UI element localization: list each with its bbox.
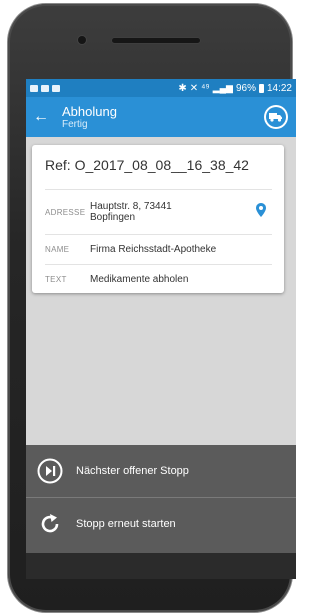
app-screen: ✱ ✕ ⁴⁹ ▂▄▆ 96% 14:22 ← Abholung Fertig R… <box>26 79 296 553</box>
sync-notification-icon <box>41 84 49 92</box>
address-label: Adresse <box>45 207 86 217</box>
skip-next-icon <box>37 458 63 484</box>
gallery-notification-icon <box>52 84 60 92</box>
name-label: Name <box>45 245 70 254</box>
address-city: Bopfingen <box>90 212 136 223</box>
stop-detail-card: Ref: O_2017_08_08__16_38_42 Adresse Haup… <box>32 145 284 293</box>
back-button[interactable]: ← <box>26 108 56 126</box>
clock: 14:22 <box>266 82 292 94</box>
name-row: Name Firma Reichsstadt-Apotheke <box>45 234 272 264</box>
bottom-bezel-area <box>26 553 296 579</box>
address-row: Adresse Hauptstr. 8, 73441 Bopfingen <box>45 189 272 234</box>
name-value: Firma Reichsstadt-Apotheke <box>90 244 217 255</box>
signal-text: ⁴⁹ <box>201 82 210 94</box>
bluetooth-icon: ✱ <box>178 82 187 94</box>
status-bar: ✱ ✕ ⁴⁹ ▂▄▆ 96% 14:22 <box>26 79 296 97</box>
page-title: Abholung <box>62 103 117 119</box>
earpiece-speaker <box>112 38 200 43</box>
next-open-stop-button[interactable]: Nächster offener Stopp <box>26 445 296 497</box>
restart-stop-label: Stopp erneut starten <box>76 518 176 530</box>
truck-icon <box>269 113 282 122</box>
arrow-left-icon: ← <box>33 108 49 125</box>
image-notification-icon <box>30 84 38 92</box>
restart-icon <box>41 514 59 533</box>
battery-icon <box>258 83 264 93</box>
address-map-button[interactable] <box>256 202 266 222</box>
reference-id: Ref: O_2017_08_08__16_38_42 <box>45 157 249 173</box>
address-street: Hauptstr. 8, 73441 <box>90 201 172 212</box>
next-open-stop-label: Nächster offener Stopp <box>76 465 189 477</box>
app-bar: ← Abholung Fertig <box>26 97 296 137</box>
notification-icons <box>30 84 60 92</box>
text-value: Medikamente abholen <box>90 274 189 285</box>
text-label: Text <box>45 275 67 284</box>
battery-percent: 96% <box>235 82 256 94</box>
location-pin-icon <box>256 202 266 217</box>
mute-icon: ✕ <box>189 82 199 94</box>
page-subtitle: Fertig <box>62 118 88 130</box>
front-camera <box>78 36 86 44</box>
text-row: Text Medikamente abholen <box>45 264 272 294</box>
signal-bars-icon: ▂▄▆ <box>212 82 233 93</box>
action-panel: Nächster offener Stopp Stopp erneut star… <box>26 445 296 553</box>
truck-button[interactable] <box>264 105 288 129</box>
restart-stop-button[interactable]: Stopp erneut starten <box>26 498 296 550</box>
